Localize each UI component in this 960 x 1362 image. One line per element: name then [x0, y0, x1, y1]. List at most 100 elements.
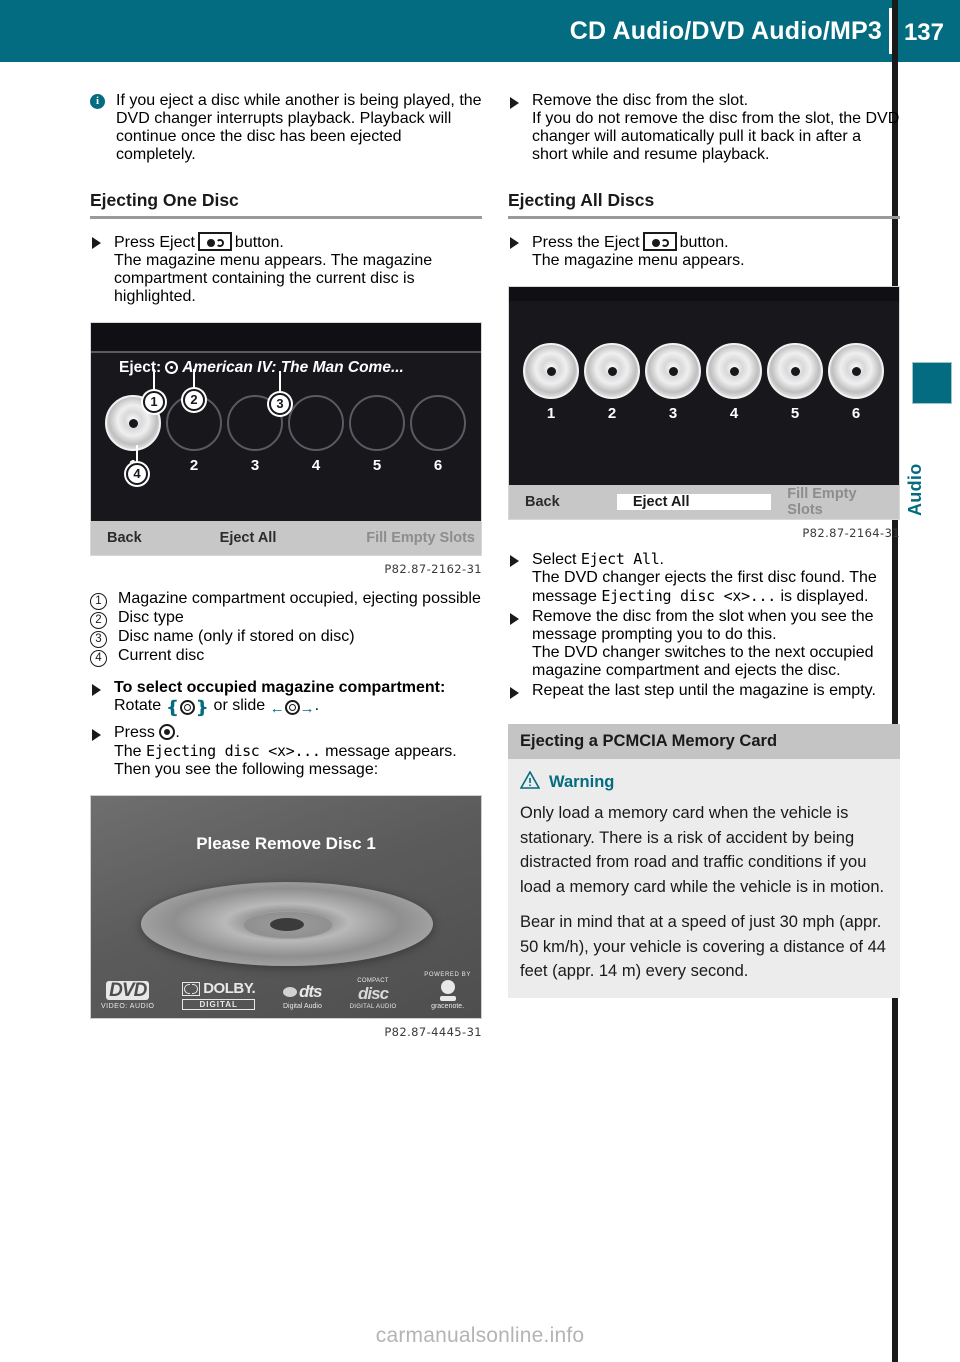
section-rule — [90, 216, 482, 219]
gracenote-logo-icon: POWERED BY gracenote. — [424, 972, 471, 1010]
step-bullet-icon — [92, 237, 101, 249]
press-controller-icon — [159, 724, 176, 740]
magazine-slot-number: 4 — [729, 405, 739, 422]
dolby-logo-text: DOLBY. — [203, 980, 256, 997]
step-text: Remove the disc from the slot. — [532, 92, 749, 109]
rotate-controller-icon: ❴ ❵ — [165, 698, 210, 717]
magazine-slot-5[interactable] — [767, 343, 823, 399]
step-select-compartment: To select occupied magazine compartment:… — [90, 679, 482, 718]
dts-logo-text: dts — [298, 982, 322, 1001]
page-header: CD Audio/DVD Audio/MP3 137 — [0, 0, 960, 62]
callout-2: 2 — [183, 389, 205, 411]
format-logo-row: DVD VIDEO: AUDIO DOLBY. DIGITAL dts Digi… — [101, 958, 471, 1010]
screen-button-fill-empty-slots[interactable]: Fill Empty Slots — [350, 530, 481, 546]
callout-leader — [279, 371, 281, 395]
step-bullet-icon — [510, 555, 519, 567]
step-detail-mono: Ejecting disc <x>... — [146, 742, 321, 760]
figure-caption: P82.87-2164-31 — [802, 526, 900, 540]
dts-logo-subtext: Digital Audio — [282, 1003, 322, 1010]
dvd-logo-icon: DVD VIDEO: AUDIO — [101, 981, 154, 1010]
screen-topbar — [509, 287, 899, 301]
info-note: i If you eject a disc while another is b… — [90, 92, 482, 164]
legend-text: Disc name (only if stored on disc) — [118, 628, 355, 645]
screen-button-back[interactable]: Back — [509, 494, 617, 510]
warning-label: Warning — [549, 773, 615, 791]
callout-leader — [193, 369, 195, 391]
magazine-slot-4[interactable] — [706, 343, 762, 399]
screen-topbar — [91, 323, 481, 353]
magazine-slot-number: 3 — [668, 405, 678, 422]
box-body: Warning Only load a memory card when the… — [508, 759, 900, 998]
legend-item: 1 Magazine compartment occupied, ejectin… — [90, 590, 482, 610]
legend-number: 3 — [90, 631, 107, 648]
dolby-digital-logo-icon: DOLBY. DIGITAL — [182, 980, 256, 1010]
magazine-slot-6[interactable] — [410, 395, 466, 451]
legend-number: 4 — [90, 650, 107, 667]
screen-button-fill-empty-slots[interactable]: Fill Empty Slots — [771, 486, 899, 518]
magazine-slot-1[interactable] — [523, 343, 579, 399]
cd-logo-bottom-label: DIGITAL AUDIO — [349, 1004, 397, 1010]
legend-item: 3 Disc name (only if stored on disc) — [90, 628, 482, 648]
step-text: Press Eject — [114, 234, 195, 251]
gracenote-ball-icon — [440, 980, 455, 994]
box-heading: Ejecting a PCMCIA Memory Card — [508, 724, 900, 759]
screen-body: Eject:American IV: The Man Come... 1 2 3… — [91, 353, 481, 521]
step-detail: If you do not remove the disc from the s… — [532, 110, 900, 163]
legend-text: Magazine compartment occupied, ejecting … — [118, 590, 481, 607]
legend-text: Disc type — [118, 609, 184, 626]
screen-footer: Back Eject All Fill Empty Slots — [91, 521, 481, 555]
step-bullet-icon — [510, 687, 519, 699]
legend-number: 1 — [90, 593, 107, 610]
screen-disc-title: American IV: The Man Come... — [182, 359, 404, 376]
step-press-eject: Press Eject button. The magazine menu app… — [90, 232, 482, 306]
step-detail: The Ejecting disc <x>... message appears… — [114, 742, 482, 779]
figure-magazine-menu: Eject:American IV: The Man Come... 1 2 3… — [90, 322, 482, 576]
screen-button-eject-all[interactable]: Eject All — [158, 530, 351, 546]
figure-remove-disc: Please Remove Disc 1 DVD VIDEO: AUDIO DO… — [90, 795, 482, 1039]
figure-caption: P82.87-2162-31 — [384, 562, 482, 576]
step-bullet-icon — [92, 684, 101, 696]
callout-4: 4 — [126, 463, 148, 485]
screen-message: Please Remove Disc 1 — [196, 834, 376, 853]
gracenote-bar-icon — [439, 996, 456, 1001]
step-text: Rotate — [114, 697, 162, 714]
warning-paragraph-1: Only load a memory card when the vehicle… — [520, 804, 885, 896]
section-title-ejecting-all-discs: Ejecting All Discs — [508, 190, 655, 210]
figure-magazine-all-discs: 1 2 3 4 5 6 Back Eject All Fill Empty Sl… — [508, 286, 900, 540]
magazine-slot-number: 5 — [372, 457, 382, 474]
warning-title: Warning — [519, 770, 888, 794]
screen-button-back[interactable]: Back — [91, 530, 158, 546]
magazine-slot-6[interactable] — [828, 343, 884, 399]
screen-magazine-menu: Eject:American IV: The Man Come... 1 2 3… — [90, 322, 482, 556]
magazine-slot-4[interactable] — [288, 395, 344, 451]
magazine-slot-number: 1 — [546, 405, 556, 422]
step-text-end: button. — [234, 234, 284, 251]
dts-ellipse-icon — [282, 987, 297, 997]
step-text: Repeat the last step until the magazine … — [532, 682, 876, 699]
dolby-logo-subtext: DIGITAL — [182, 999, 256, 1010]
magazine-slot-number: 2 — [607, 405, 617, 422]
magazine-slot-number: 6 — [851, 405, 861, 422]
magazine-slot-5[interactable] — [349, 395, 405, 451]
gracenote-logo-text: gracenote. — [431, 1003, 465, 1010]
step-detail-b: is displayed. — [780, 588, 869, 605]
step-press-controller: Press . The Ejecting disc <x>... message… — [90, 724, 482, 779]
step-detail: The DVD changer ejects the first disc fo… — [532, 569, 900, 606]
dolby-double-d-icon — [182, 981, 201, 996]
section-title-ejecting-one-disc: Ejecting One Disc — [90, 190, 239, 210]
legend-number: 2 — [90, 612, 107, 629]
callout-1: 1 — [143, 391, 165, 413]
figure-caption: P82.87-4445-31 — [384, 1025, 482, 1039]
magazine-slot-3[interactable] — [645, 343, 701, 399]
magazine-slot-2[interactable] — [584, 343, 640, 399]
step-press-eject-all: Press the Eject button. The magazine menu… — [508, 232, 900, 270]
step-bold-text: To select occupied magazine compartment: — [114, 679, 446, 696]
step-select-eject-all: Select Eject All. The DVD changer ejects… — [508, 550, 900, 606]
slide-controller-icon: ← → — [269, 700, 315, 717]
watermark: carmanualsonline.info — [375, 1324, 585, 1347]
page-number: 137 — [903, 19, 944, 46]
legend-item: 4 Current disc — [90, 647, 482, 667]
screen-button-eject-all[interactable]: Eject All — [616, 494, 772, 510]
magazine-slot-number: 6 — [433, 457, 443, 474]
step-detail-mono: Ejecting disc <x>... — [601, 587, 776, 605]
